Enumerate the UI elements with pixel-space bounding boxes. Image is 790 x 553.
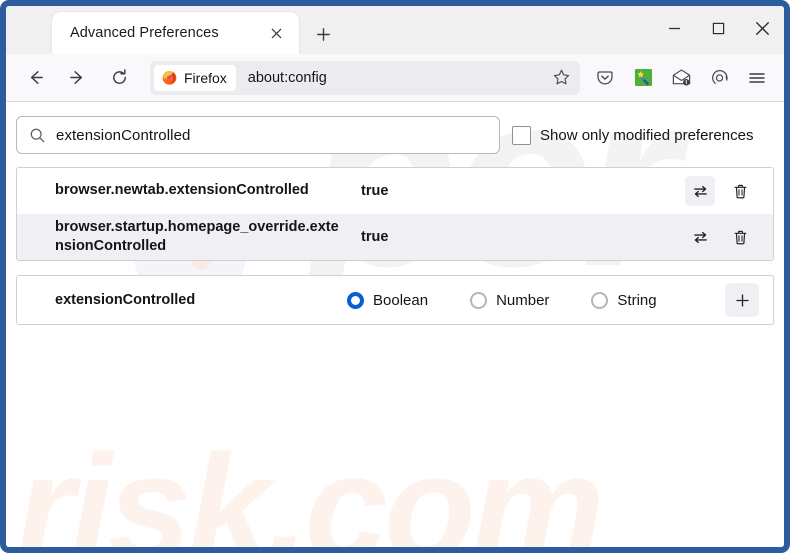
tab-close-icon[interactable] <box>263 20 289 46</box>
url-bar[interactable]: Firefox about:config <box>150 60 580 95</box>
toggle-button[interactable] <box>685 176 715 206</box>
browser-window: Advanced Preferences Firefox about:confi… <box>0 0 790 553</box>
back-button[interactable] <box>18 61 52 95</box>
pocket-icon[interactable] <box>588 61 622 95</box>
search-icon <box>29 127 46 144</box>
pref-name: browser.newtab.extensionControlled <box>55 182 309 199</box>
watermark-bottom-text: risk.com <box>16 423 605 551</box>
new-tab-button[interactable] <box>309 20 337 48</box>
delete-button[interactable] <box>725 176 755 206</box>
bookmark-star-icon[interactable] <box>546 63 576 93</box>
forward-button[interactable] <box>60 61 94 95</box>
radio-number-indicator[interactable] <box>470 291 488 309</box>
add-preference-row: extensionControlled Boolean Number Strin… <box>17 276 773 324</box>
radio-boolean-indicator[interactable] <box>347 291 364 309</box>
reload-button[interactable] <box>102 61 136 95</box>
table-row[interactable]: browser.startup.homepage_override.extens… <box>17 214 773 260</box>
show-modified-checkbox[interactable] <box>512 125 531 145</box>
extension-icon[interactable] <box>626 61 660 95</box>
radio-string[interactable]: String <box>591 291 657 309</box>
delete-button[interactable] <box>725 222 755 252</box>
browser-tab[interactable]: Advanced Preferences <box>52 12 299 54</box>
search-row: extensionControlled Show only modified p… <box>16 116 774 154</box>
window-controls <box>652 6 784 50</box>
pref-name: browser.startup.homepage_override.extens… <box>55 218 339 254</box>
identity-chip-label: Firefox <box>184 69 227 86</box>
close-button[interactable] <box>740 6 784 50</box>
minimize-button[interactable] <box>652 6 696 50</box>
menu-icon[interactable] <box>740 61 774 95</box>
new-pref-name: extensionControlled <box>55 292 196 308</box>
type-radio-group: Boolean Number String <box>347 291 725 309</box>
page-content: pcr risk.com extensionControlled <box>6 102 784 551</box>
radio-number[interactable]: Number <box>470 291 550 309</box>
pref-value: true <box>361 229 389 245</box>
show-modified-toggle[interactable]: Show only modified preferences <box>512 125 754 145</box>
add-preference-table: extensionControlled Boolean Number Strin… <box>16 275 774 325</box>
add-preference-button[interactable] <box>725 283 759 317</box>
search-input-value: extensionControlled <box>56 126 191 144</box>
account-icon[interactable] <box>702 61 736 95</box>
pref-actions <box>685 222 769 252</box>
search-input[interactable]: extensionControlled <box>16 116 500 154</box>
toolbar-icons <box>586 61 776 95</box>
pref-value: true <box>361 183 389 199</box>
show-modified-label: Show only modified preferences <box>540 126 754 144</box>
pref-actions <box>685 176 769 206</box>
radio-boolean-label: Boolean <box>373 291 429 309</box>
url-text: about:config <box>247 69 327 86</box>
mail-icon[interactable] <box>664 61 698 95</box>
radio-string-label: String <box>617 291 657 309</box>
identity-chip[interactable]: Firefox <box>154 64 236 91</box>
navigation-toolbar: Firefox about:config <box>6 54 784 102</box>
radio-boolean[interactable]: Boolean <box>347 291 429 309</box>
firefox-logo-icon <box>162 70 177 85</box>
radio-string-indicator[interactable] <box>591 291 609 309</box>
toggle-button[interactable] <box>685 222 715 252</box>
table-row[interactable]: browser.newtab.extensionControlled true <box>17 168 773 214</box>
tab-title: Advanced Preferences <box>70 25 219 41</box>
preferences-table: browser.newtab.extensionControlled true <box>16 167 774 261</box>
maximize-button[interactable] <box>696 6 740 50</box>
titlebar: Advanced Preferences <box>6 6 784 54</box>
radio-number-label: Number <box>496 291 550 309</box>
